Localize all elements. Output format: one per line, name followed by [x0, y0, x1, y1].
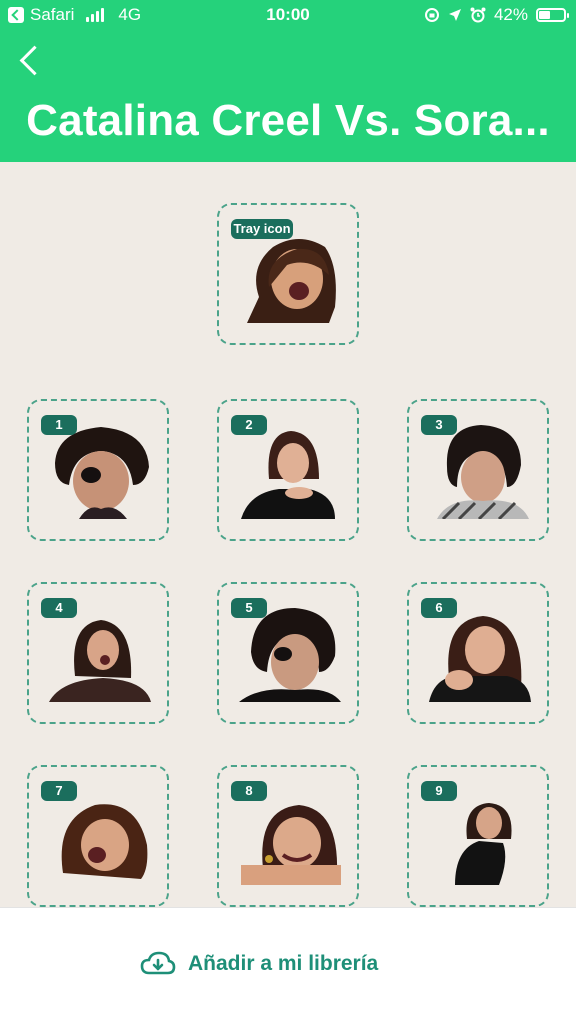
sticker-2-image: [241, 431, 335, 519]
sticker-slot-3[interactable]: 3: [407, 399, 549, 541]
add-to-library-button[interactable]: Añadir a mi librería: [140, 944, 378, 984]
sticker-4-image: [49, 620, 151, 702]
page-title: Catalina Creel Vs. Sora...: [26, 96, 550, 145]
sticker-6-image: [429, 616, 531, 702]
sticker-3-image: [437, 425, 529, 519]
sticker-slot-9[interactable]: 9: [407, 765, 549, 907]
tray-sticker-image: [247, 239, 336, 323]
tray-icon-badge: Tray icon: [231, 219, 293, 239]
sticker-slot-5[interactable]: 5: [217, 582, 359, 724]
sticker-slot-4[interactable]: 4: [27, 582, 169, 724]
sticker-badge-7: 7: [41, 781, 77, 801]
add-to-library-label[interactable]: Añadir a mi librería: [188, 952, 378, 976]
sticker-badge-4: 4: [41, 598, 77, 618]
status-right: 42%: [424, 5, 569, 25]
sticker-8-image: [241, 805, 341, 885]
sticker-badge-2: 2: [231, 415, 267, 435]
header-bar: Safari 4G 10:00 42% Catalina Creel Vs. S…: [0, 0, 576, 162]
status-bar: Safari 4G 10:00 42%: [0, 0, 576, 30]
battery-icon: [536, 8, 569, 22]
sticker-slot-6[interactable]: 6: [407, 582, 549, 724]
sticker-9-image: [455, 803, 512, 885]
sticker-badge-1: 1: [41, 415, 77, 435]
sticker-slot-2[interactable]: 2: [217, 399, 359, 541]
sticker-slot-8[interactable]: 8: [217, 765, 359, 907]
sticker-badge-8: 8: [231, 781, 267, 801]
sticker-badge-6: 6: [421, 598, 457, 618]
footer-bar: Añadir a mi librería: [0, 907, 576, 1024]
sticker-5-image: [239, 608, 341, 702]
sticker-slot-7[interactable]: 7: [27, 765, 169, 907]
sticker-badge-9: 9: [421, 781, 457, 801]
sticker-slot-1[interactable]: 1: [27, 399, 169, 541]
sticker-7-image: [61, 804, 148, 879]
cloud-download-icon: [140, 951, 176, 975]
back-chevron-icon[interactable]: [14, 42, 44, 78]
orientation-lock-icon: [424, 8, 439, 22]
alarm-icon: [470, 7, 486, 23]
sticker-1-image: [55, 427, 149, 519]
tray-icon-slot[interactable]: Tray icon: [217, 203, 359, 345]
battery-percent: 42%: [493, 5, 528, 24]
sticker-badge-5: 5: [231, 598, 267, 618]
location-icon: [448, 9, 461, 21]
sticker-badge-3: 3: [421, 415, 457, 435]
